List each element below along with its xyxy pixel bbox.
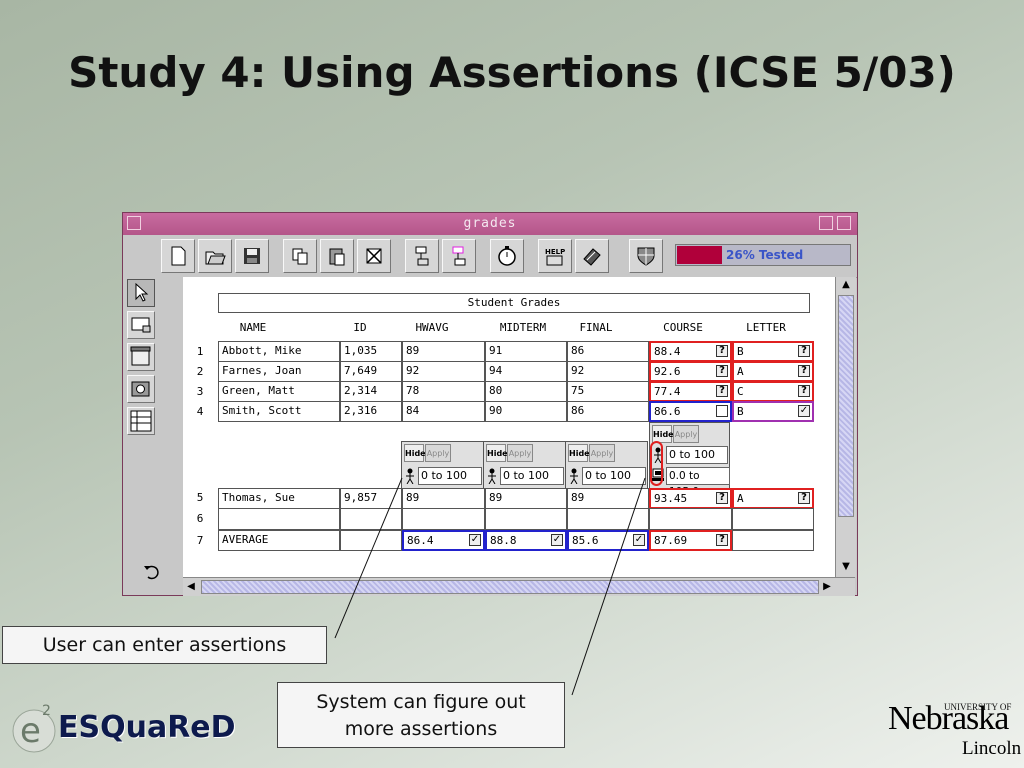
esquared-mark-superscript: 2 (42, 703, 51, 719)
user-callout-line (334, 477, 403, 639)
callout-line-1: System can figure out (316, 691, 526, 713)
callout-line-2: more assertions (344, 718, 498, 740)
system-callout-line (571, 477, 646, 696)
esquared-logo-text: ESQuaReD (58, 710, 236, 745)
esquared-mark-letter: e (20, 711, 41, 751)
unl-nebraska-text: Nebraska (888, 700, 1009, 737)
unl-lincoln-text: Lincoln (962, 738, 1022, 759)
system-assertion-callout: System can figure out more assertions (277, 682, 565, 748)
user-assertion-callout: User can enter assertions (2, 626, 327, 664)
esquared-logo-mark: e 2 (10, 703, 60, 755)
